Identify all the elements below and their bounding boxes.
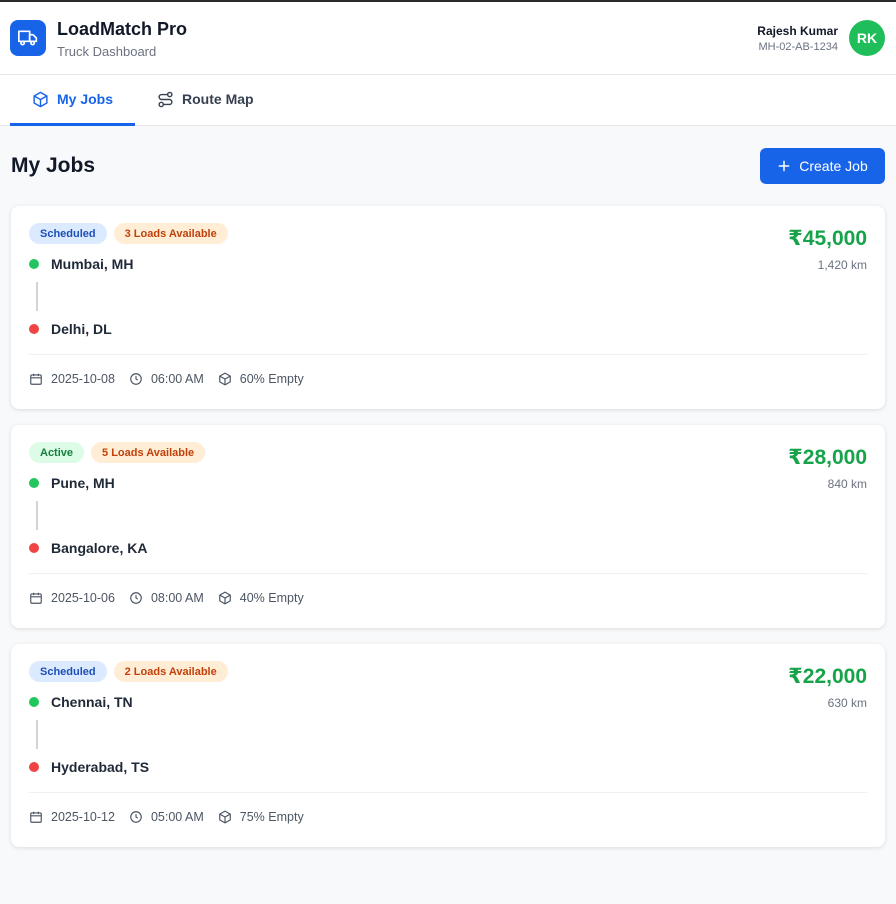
tab-label: Route Map [182, 91, 254, 107]
job-date: 2025-10-08 [51, 372, 115, 386]
box-icon [218, 591, 232, 605]
tab-my-jobs[interactable]: My Jobs [10, 75, 136, 126]
job-card[interactable]: Active 5 Loads Available ₹28,000 840 km … [11, 425, 885, 628]
route: Pune, MH Bangalore, KA [29, 472, 867, 559]
user-profile[interactable]: Rajesh Kumar MH-02-AB-1234 RK [757, 20, 885, 56]
vehicle-plate: MH-02-AB-1234 [758, 40, 838, 53]
route: Chennai, TN Hyderabad, TS [29, 691, 867, 778]
job-card[interactable]: Scheduled 2 Loads Available ₹22,000 630 … [11, 644, 885, 847]
calendar-icon [29, 591, 43, 605]
destination-city: Delhi, DL [51, 321, 112, 337]
origin-dot [29, 259, 39, 269]
status-badge: Scheduled [29, 223, 107, 244]
box-icon [218, 810, 232, 824]
destination-city: Bangalore, KA [51, 540, 148, 556]
loads-badge: 3 Loads Available [113, 223, 228, 244]
app-header: LoadMatch Pro Truck Dashboard Rajesh Kum… [0, 2, 896, 75]
job-date: 2025-10-06 [51, 591, 115, 605]
loads-badge: 5 Loads Available [91, 442, 206, 463]
tab-route-map[interactable]: Route Map [135, 75, 276, 126]
box-icon [32, 91, 49, 108]
status-badge: Active [29, 442, 85, 463]
status-badge: Scheduled [29, 661, 107, 682]
job-price: ₹22,000 [788, 665, 867, 688]
route-connector [36, 282, 38, 311]
calendar-icon [29, 810, 43, 824]
origin-dot [29, 478, 39, 488]
user-name: Rajesh Kumar [757, 23, 838, 38]
job-capacity: 75% Empty [239, 810, 304, 824]
job-time: 06:00 AM [150, 372, 204, 386]
origin-city: Pune, MH [51, 475, 115, 491]
clock-icon [129, 372, 143, 386]
job-date: 2025-10-12 [51, 810, 115, 824]
route: Mumbai, MH Delhi, DL [29, 253, 867, 340]
route-connector [36, 720, 38, 749]
destination-dot [29, 543, 39, 553]
route-icon [157, 91, 174, 108]
create-job-button[interactable]: Create Job [760, 148, 885, 184]
avatar[interactable]: RK [849, 20, 885, 56]
destination-city: Hyderabad, TS [51, 759, 150, 775]
loads-badge: 2 Loads Available [113, 661, 228, 682]
job-price: ₹45,000 [788, 227, 867, 250]
box-icon [218, 372, 232, 386]
calendar-icon [29, 372, 43, 386]
clock-icon [129, 591, 143, 605]
job-time: 08:00 AM [150, 591, 204, 605]
create-job-label: Create Job [799, 158, 868, 174]
clock-icon [129, 810, 143, 824]
job-price: ₹28,000 [788, 446, 867, 469]
job-capacity: 60% Empty [239, 372, 304, 386]
job-capacity: 40% Empty [239, 591, 304, 605]
main-content: My Jobs Create Job Scheduled 3 Loads Ava… [0, 126, 896, 847]
origin-dot [29, 697, 39, 707]
route-connector [36, 501, 38, 530]
origin-city: Chennai, TN [51, 694, 133, 710]
app-subtitle: Truck Dashboard [57, 43, 157, 59]
job-card[interactable]: Scheduled 3 Loads Available ₹45,000 1,42… [11, 206, 885, 409]
brand: LoadMatch Pro Truck Dashboard [10, 18, 187, 59]
job-time: 05:00 AM [150, 810, 204, 824]
tab-bar: My Jobs Route Map [0, 75, 896, 126]
page-title: My Jobs [11, 154, 96, 177]
truck-icon [10, 20, 46, 56]
destination-dot [29, 762, 39, 772]
tab-label: My Jobs [57, 91, 114, 107]
destination-dot [29, 324, 39, 334]
app-title: LoadMatch Pro [57, 18, 188, 39]
origin-city: Mumbai, MH [51, 256, 134, 272]
plus-icon [777, 159, 791, 173]
